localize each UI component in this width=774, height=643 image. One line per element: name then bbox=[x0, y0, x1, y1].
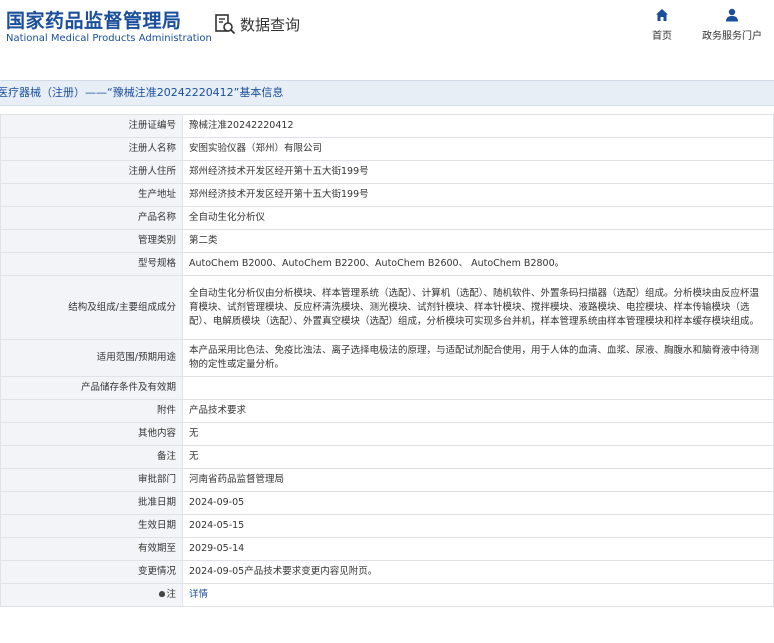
row-label-text: 注 bbox=[166, 589, 176, 600]
table-row: 结构及组成/主要组成成分 全自动生化分析仪由分析模块、样本管理系统（选配）、计算… bbox=[0, 275, 774, 340]
table-row: 注册人名称 安图实验仪器（郑州）有限公司 bbox=[0, 137, 774, 161]
row-label: 其他内容 bbox=[0, 422, 183, 446]
table-row: 型号规格 AutoChem B2000、AutoChem B2200、AutoC… bbox=[0, 252, 774, 276]
row-value: 本产品采用比色法、免疫比浊法、离子选择电极法的原理，与适配试剂配合使用，用于人体… bbox=[182, 339, 774, 377]
row-value: 无 bbox=[182, 445, 774, 469]
data-query-section: 数据查询 bbox=[214, 13, 300, 35]
row-label: 有效期至 bbox=[0, 537, 183, 561]
row-label: 附件 bbox=[0, 399, 183, 423]
table-row: 注 详情 bbox=[0, 583, 774, 607]
row-value: 全自动生化分析仪 bbox=[182, 206, 774, 230]
row-label-note: 注 bbox=[0, 583, 183, 607]
row-value: 全自动生化分析仪由分析模块、样本管理系统（选配）、计算机（选配）、随机软件、外置… bbox=[182, 275, 774, 340]
row-label: 批准日期 bbox=[0, 491, 183, 515]
table-row: 注册人住所 郑州经济技术开发区经开第十五大街199号 bbox=[0, 160, 774, 184]
row-value: 无 bbox=[182, 422, 774, 446]
registration-info-table: 注册证编号 豫械注准20242220412 注册人名称 安图实验仪器（郑州）有限… bbox=[0, 114, 774, 607]
row-value: 郑州经济技术开发区经开第十五大街199号 bbox=[182, 160, 774, 184]
row-value: 详情 bbox=[182, 583, 774, 607]
row-value: 安图实验仪器（郑州）有限公司 bbox=[182, 137, 774, 161]
table-row: 产品名称 全自动生化分析仪 bbox=[0, 206, 774, 230]
site-header: 国家药品监督管理局 National Medical Products Admi… bbox=[0, 0, 774, 62]
row-label: 型号规格 bbox=[0, 252, 183, 276]
site-logo-subtitle: National Medical Products Administration bbox=[6, 33, 212, 44]
row-label: 生效日期 bbox=[0, 514, 183, 538]
document-search-icon bbox=[215, 14, 236, 35]
row-value bbox=[182, 376, 774, 400]
row-label: 结构及组成/主要组成成分 bbox=[0, 275, 183, 340]
home-icon bbox=[656, 9, 668, 21]
row-label: 变更情况 bbox=[0, 560, 183, 584]
breadcrumb: 医疗器械（注册）——“豫械注准20242220412”基本信息 bbox=[0, 80, 774, 106]
table-row: 审批部门 河南省药品监督管理局 bbox=[0, 468, 774, 492]
table-row: 其他内容 无 bbox=[0, 422, 774, 446]
table-row: 有效期至 2029-05-14 bbox=[0, 537, 774, 561]
row-value: 2024-09-05产品技术要求变更内容见附页。 bbox=[182, 560, 774, 584]
row-label: 产品名称 bbox=[0, 206, 183, 230]
table-row: 生效日期 2024-05-15 bbox=[0, 514, 774, 538]
data-query-label: 数据查询 bbox=[240, 15, 301, 34]
table-row: 适用范围/预期用途 本产品采用比色法、免疫比浊法、离子选择电极法的原理，与适配试… bbox=[0, 339, 774, 377]
table-row: 变更情况 2024-09-05产品技术要求变更内容见附页。 bbox=[0, 560, 774, 584]
row-value: 郑州经济技术开发区经开第十五大街199号 bbox=[182, 183, 774, 207]
breadcrumb-text: 医疗器械（注册）——“豫械注准20242220412”基本信息 bbox=[0, 86, 284, 99]
row-label: 产品储存条件及有效期 bbox=[0, 376, 183, 400]
nav-home[interactable]: 首页 bbox=[648, 8, 676, 42]
row-label: 适用范围/预期用途 bbox=[0, 339, 183, 377]
row-label: 注册证编号 bbox=[0, 114, 183, 138]
table-row: 批准日期 2024-09-05 bbox=[0, 491, 774, 515]
row-label: 注册人名称 bbox=[0, 137, 183, 161]
lightbulb-icon bbox=[159, 590, 166, 597]
row-label: 生产地址 bbox=[0, 183, 183, 207]
row-value: AutoChem B2000、AutoChem B2200、AutoChem B… bbox=[182, 252, 774, 276]
row-value: 2024-05-15 bbox=[182, 514, 774, 538]
table-row: 注册证编号 豫械注准20242220412 bbox=[0, 114, 774, 138]
row-value: 河南省药品监督管理局 bbox=[182, 468, 774, 492]
table-row: 产品储存条件及有效期 bbox=[0, 376, 774, 400]
row-value: 2024-09-05 bbox=[182, 491, 774, 515]
nav-service-label: 政务服务门户 bbox=[702, 31, 762, 42]
nav-service-portal[interactable]: 政务服务门户 bbox=[700, 8, 764, 42]
table-row: 备注 无 bbox=[0, 445, 774, 469]
row-label: 审批部门 bbox=[0, 468, 183, 492]
table-row: 附件 产品技术要求 bbox=[0, 399, 774, 423]
details-link[interactable]: 详情 bbox=[189, 589, 208, 600]
table-row: 管理类别 第二类 bbox=[0, 229, 774, 253]
nav-home-label: 首页 bbox=[652, 31, 672, 42]
row-value: 第二类 bbox=[182, 229, 774, 253]
site-logo-title[interactable]: 国家药品监督管理局 bbox=[6, 6, 182, 33]
row-value: 2029-05-14 bbox=[182, 537, 774, 561]
row-value: 产品技术要求 bbox=[182, 399, 774, 423]
row-label: 管理类别 bbox=[0, 229, 183, 253]
user-icon bbox=[726, 8, 738, 22]
row-value: 豫械注准20242220412 bbox=[182, 114, 774, 138]
row-label: 备注 bbox=[0, 445, 183, 469]
table-row: 生产地址 郑州经济技术开发区经开第十五大街199号 bbox=[0, 183, 774, 207]
row-label: 注册人住所 bbox=[0, 160, 183, 184]
